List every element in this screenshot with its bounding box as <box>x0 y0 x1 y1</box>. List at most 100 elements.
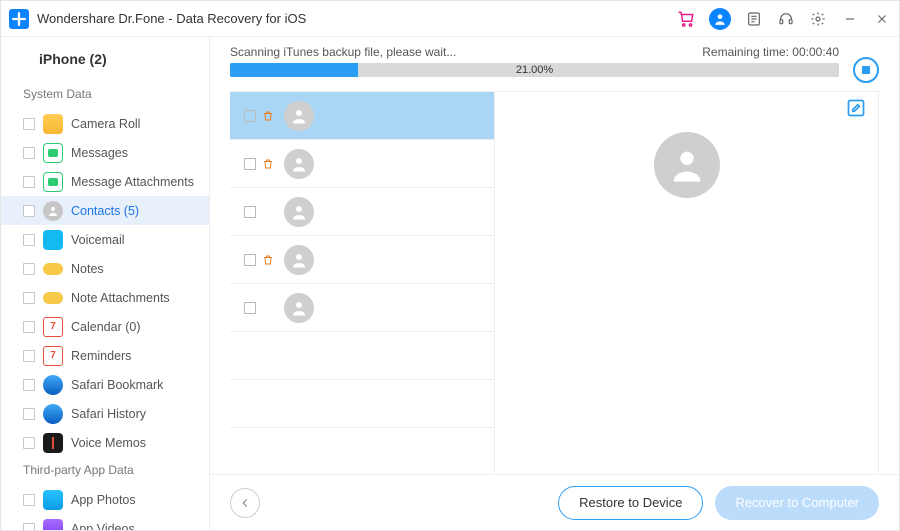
user-avatar-icon[interactable] <box>709 8 731 30</box>
app-logo <box>9 9 29 29</box>
minimize-button[interactable] <box>841 10 859 28</box>
reminders-icon: 7 <box>43 346 63 366</box>
sidebar: iPhone (2) System Data Camera Roll Messa… <box>1 37 210 530</box>
sidebar-item-label: Message Attachments <box>71 175 194 189</box>
sidebar-item-label: App Videos <box>71 522 135 531</box>
sidebar-item-message-attachments[interactable]: Message Attachments <box>1 167 209 196</box>
feedback-icon[interactable] <box>745 10 763 28</box>
cart-icon[interactable] <box>677 10 695 28</box>
checkbox[interactable] <box>23 147 35 159</box>
sidebar-item-safari-bookmark[interactable]: Safari Bookmark <box>1 370 209 399</box>
contacts-icon <box>43 201 63 221</box>
checkbox[interactable] <box>23 205 35 217</box>
sidebar-item-voicemail[interactable]: Voicemail <box>1 225 209 254</box>
checkbox[interactable] <box>23 118 35 130</box>
checkbox[interactable] <box>23 321 35 333</box>
contact-row[interactable] <box>230 188 494 236</box>
sidebar-item-label: Reminders <box>71 349 131 363</box>
checkbox[interactable] <box>244 110 256 122</box>
headset-icon[interactable] <box>777 10 795 28</box>
contact-avatar <box>284 197 314 227</box>
sidebar-item-messages[interactable]: Messages <box>1 138 209 167</box>
contact-detail <box>495 92 878 474</box>
sidebar-item-label: Note Attachments <box>71 291 170 305</box>
sidebar-item-label: Voice Memos <box>71 436 146 450</box>
checkbox[interactable] <box>23 437 35 449</box>
contact-row[interactable] <box>230 92 494 140</box>
empty-row <box>230 428 494 474</box>
titlebar: Wondershare Dr.Fone - Data Recovery for … <box>1 1 899 37</box>
close-button[interactable] <box>873 10 891 28</box>
sidebar-item-reminders[interactable]: 7 Reminders <box>1 341 209 370</box>
contact-row[interactable] <box>230 140 494 188</box>
safari-history-icon <box>43 404 63 424</box>
checkbox[interactable] <box>23 494 35 506</box>
checkbox[interactable] <box>23 350 35 362</box>
checkbox[interactable] <box>23 234 35 246</box>
progress-fill <box>230 63 358 77</box>
scan-status: Scanning iTunes backup file, please wait… <box>230 45 456 59</box>
sidebar-item-app-videos[interactable]: App Videos <box>1 514 209 530</box>
back-button[interactable] <box>230 488 260 518</box>
app-title: Wondershare Dr.Fone - Data Recovery for … <box>37 11 677 26</box>
sidebar-item-contacts[interactable]: Contacts (5) <box>1 196 209 225</box>
contact-list <box>230 92 495 474</box>
contact-avatar-large <box>654 132 720 198</box>
section-system-data: System Data <box>1 81 209 109</box>
message-attachments-icon <box>43 172 63 192</box>
content-area: Scanning iTunes backup file, please wait… <box>210 37 899 530</box>
checkbox[interactable] <box>244 206 256 218</box>
scan-panel: Scanning iTunes backup file, please wait… <box>210 37 899 77</box>
trash-icon <box>262 254 274 266</box>
trash-icon <box>262 158 274 170</box>
checkbox[interactable] <box>244 302 256 314</box>
checkbox[interactable] <box>23 176 35 188</box>
gear-icon[interactable] <box>809 10 827 28</box>
contact-avatar <box>284 293 314 323</box>
sidebar-item-note-attachments[interactable]: Note Attachments <box>1 283 209 312</box>
sidebar-item-app-photos[interactable]: App Photos <box>1 485 209 514</box>
sidebar-item-voice-memos[interactable]: Voice Memos <box>1 428 209 457</box>
notes-icon <box>43 263 63 275</box>
stop-scan-button[interactable] <box>853 57 879 83</box>
checkbox[interactable] <box>244 158 256 170</box>
empty-row <box>230 380 494 428</box>
camera-roll-icon <box>43 114 63 134</box>
safari-bookmark-icon <box>43 375 63 395</box>
sidebar-item-safari-history[interactable]: Safari History <box>1 399 209 428</box>
empty-row <box>230 332 494 380</box>
sidebar-item-label: Notes <box>71 262 104 276</box>
sidebar-item-label: Calendar (0) <box>71 320 140 334</box>
edit-icon[interactable] <box>846 98 866 118</box>
sidebar-item-notes[interactable]: Notes <box>1 254 209 283</box>
checkbox[interactable] <box>23 263 35 275</box>
progress-bar: 21.00% <box>230 63 839 77</box>
scan-remaining: Remaining time: 00:00:40 <box>702 45 839 59</box>
checkbox[interactable] <box>23 523 35 531</box>
sidebar-item-label: Camera Roll <box>71 117 140 131</box>
sidebar-item-label: App Photos <box>71 493 136 507</box>
checkbox[interactable] <box>23 379 35 391</box>
messages-icon <box>43 143 63 163</box>
app-videos-icon <box>43 519 63 531</box>
checkbox[interactable] <box>244 254 256 266</box>
sidebar-item-label: Safari Bookmark <box>71 378 163 392</box>
checkbox[interactable] <box>23 292 35 304</box>
sidebar-item-label: Messages <box>71 146 128 160</box>
trash-icon <box>262 110 274 122</box>
sidebar-item-label: Voicemail <box>71 233 125 247</box>
sidebar-item-label: Contacts (5) <box>71 204 139 218</box>
contact-row[interactable] <box>230 236 494 284</box>
progress-percent: 21.00% <box>516 64 553 76</box>
footer: Restore to Device Recover to Computer <box>210 474 899 530</box>
contact-avatar <box>284 245 314 275</box>
sidebar-item-calendar[interactable]: 7 Calendar (0) <box>1 312 209 341</box>
contact-avatar <box>284 149 314 179</box>
restore-to-device-button[interactable]: Restore to Device <box>558 486 703 520</box>
sidebar-item-camera-roll[interactable]: Camera Roll <box>1 109 209 138</box>
calendar-icon: 7 <box>43 317 63 337</box>
sidebar-item-label: Safari History <box>71 407 146 421</box>
contact-row[interactable] <box>230 284 494 332</box>
device-label: iPhone (2) <box>1 37 209 81</box>
checkbox[interactable] <box>23 408 35 420</box>
